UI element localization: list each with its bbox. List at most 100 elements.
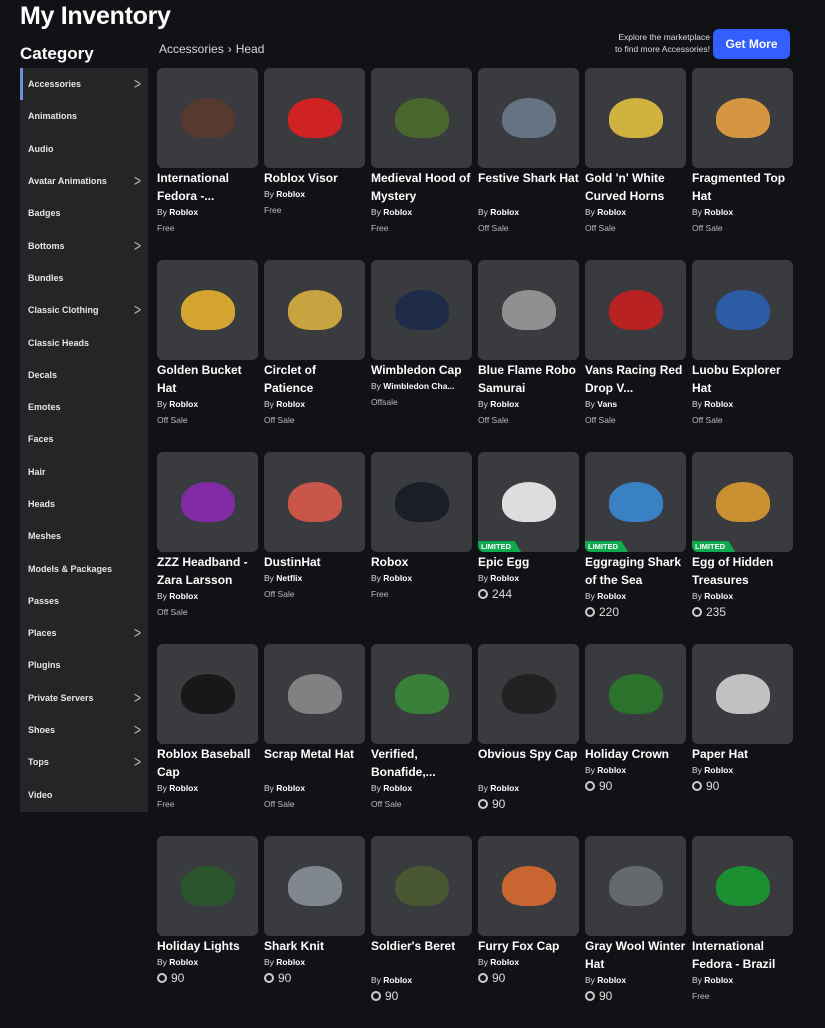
- creator-link[interactable]: Vans: [597, 399, 617, 409]
- sidebar-item-passes[interactable]: Passes: [20, 585, 148, 617]
- creator-link[interactable]: Roblox: [169, 399, 198, 409]
- item-thumbnail[interactable]: [264, 644, 365, 744]
- item-thumbnail[interactable]: [478, 836, 579, 936]
- item-name[interactable]: Circlet of Patience: [264, 361, 365, 397]
- item-thumbnail[interactable]: [692, 260, 793, 360]
- item-thumbnail[interactable]: [478, 644, 579, 744]
- item-card[interactable]: Fragmented Top Hat By Roblox Off Sale: [692, 68, 793, 260]
- creator-link[interactable]: Roblox: [704, 765, 733, 775]
- item-name[interactable]: Roblox Baseball Cap: [157, 745, 258, 781]
- item-card[interactable]: Verified, Bonafide,... By Roblox Off Sale: [371, 644, 472, 836]
- creator-link[interactable]: Roblox: [490, 957, 519, 967]
- creator-link[interactable]: Netflix: [276, 573, 302, 583]
- item-card[interactable]: Wimbledon Cap By Wimbledon Cha... Offsale: [371, 260, 472, 452]
- get-more-button[interactable]: Get More: [713, 29, 790, 59]
- creator-link[interactable]: Roblox: [597, 207, 626, 217]
- sidebar-item-bundles[interactable]: Bundles: [20, 262, 148, 294]
- item-name[interactable]: Egg of Hidden Treasures: [692, 553, 793, 589]
- creator-link[interactable]: Roblox: [704, 207, 733, 217]
- creator-link[interactable]: Roblox: [490, 399, 519, 409]
- sidebar-item-classic-clothing[interactable]: Classic Clothing >: [20, 294, 148, 326]
- item-name[interactable]: Obvious Spy Cap: [478, 745, 579, 781]
- creator-link[interactable]: Roblox: [490, 573, 519, 583]
- item-card[interactable]: LIMITED Epic Egg By Roblox 244: [478, 452, 579, 644]
- creator-link[interactable]: Wimbledon Cha...: [383, 381, 454, 391]
- sidebar-item-bottoms[interactable]: Bottoms >: [20, 229, 148, 261]
- item-name[interactable]: Wimbledon Cap: [371, 361, 472, 379]
- item-name[interactable]: DustinHat: [264, 553, 365, 571]
- sidebar-item-places[interactable]: Places >: [20, 617, 148, 649]
- item-thumbnail[interactable]: [264, 452, 365, 552]
- sidebar-item-tops[interactable]: Tops >: [20, 746, 148, 778]
- item-thumbnail[interactable]: [478, 260, 579, 360]
- item-thumbnail[interactable]: [585, 644, 686, 744]
- creator-link[interactable]: Roblox: [383, 573, 412, 583]
- item-name[interactable]: Luobu Explorer Hat: [692, 361, 793, 397]
- item-thumbnail[interactable]: [585, 260, 686, 360]
- item-thumbnail[interactable]: [157, 68, 258, 168]
- item-name[interactable]: Golden Bucket Hat: [157, 361, 258, 397]
- item-card[interactable]: Golden Bucket Hat By Roblox Off Sale: [157, 260, 258, 452]
- creator-link[interactable]: Roblox: [597, 765, 626, 775]
- item-card[interactable]: Holiday Lights By Roblox 90: [157, 836, 258, 1028]
- item-card[interactable]: Obvious Spy Cap By Roblox 90: [478, 644, 579, 836]
- item-thumbnail[interactable]: [157, 644, 258, 744]
- creator-link[interactable]: Roblox: [169, 591, 198, 601]
- item-thumbnail[interactable]: [692, 644, 793, 744]
- item-card[interactable]: Roblox Visor By Roblox Free: [264, 68, 365, 260]
- sidebar-item-accessories[interactable]: Accessories >: [20, 68, 148, 101]
- creator-link[interactable]: Roblox: [704, 591, 733, 601]
- item-thumbnail[interactable]: [371, 836, 472, 936]
- item-name[interactable]: Verified, Bonafide,...: [371, 745, 472, 781]
- item-card[interactable]: Gray Wool Winter Hat By Roblox 90: [585, 836, 686, 1028]
- item-thumbnail[interactable]: LIMITED: [692, 452, 793, 552]
- creator-link[interactable]: Roblox: [704, 399, 733, 409]
- item-name[interactable]: Holiday Crown: [585, 745, 686, 763]
- item-thumbnail[interactable]: [371, 644, 472, 744]
- item-thumbnail[interactable]: [371, 260, 472, 360]
- creator-link[interactable]: Roblox: [383, 207, 412, 217]
- item-thumbnail[interactable]: [692, 68, 793, 168]
- item-name[interactable]: Blue Flame Robo Samurai: [478, 361, 579, 397]
- creator-link[interactable]: Roblox: [704, 975, 733, 985]
- item-card[interactable]: Soldier's Beret By Roblox 90: [371, 836, 472, 1028]
- creator-link[interactable]: Roblox: [383, 975, 412, 985]
- sidebar-item-avatar-animations[interactable]: Avatar Animations >: [20, 165, 148, 197]
- sidebar-item-models-packages[interactable]: Models & Packages: [20, 552, 148, 584]
- item-name[interactable]: Scrap Metal Hat: [264, 745, 365, 781]
- item-thumbnail[interactable]: [585, 68, 686, 168]
- item-card[interactable]: Roblox Baseball Cap By Roblox Free: [157, 644, 258, 836]
- item-name[interactable]: Furry Fox Cap: [478, 937, 579, 955]
- item-name[interactable]: International Fedora - Brazil: [692, 937, 793, 973]
- item-name[interactable]: Epic Egg: [478, 553, 579, 571]
- item-name[interactable]: Gray Wool Winter Hat: [585, 937, 686, 973]
- sidebar-item-animations[interactable]: Animations: [20, 100, 148, 132]
- item-name[interactable]: Gold 'n' White Curved Horns: [585, 169, 686, 205]
- sidebar-item-decals[interactable]: Decals: [20, 359, 148, 391]
- item-name[interactable]: Vans Racing Red Drop V...: [585, 361, 686, 397]
- creator-link[interactable]: Roblox: [383, 783, 412, 793]
- item-thumbnail[interactable]: [692, 836, 793, 936]
- item-card[interactable]: Holiday Crown By Roblox 90: [585, 644, 686, 836]
- item-card[interactable]: Festive Shark Hat By Roblox Off Sale: [478, 68, 579, 260]
- creator-link[interactable]: Roblox: [169, 783, 198, 793]
- item-card[interactable]: Medieval Hood of Mystery By Roblox Free: [371, 68, 472, 260]
- item-thumbnail[interactable]: [157, 452, 258, 552]
- item-name[interactable]: International Fedora -...: [157, 169, 258, 205]
- sidebar-item-meshes[interactable]: Meshes: [20, 520, 148, 552]
- item-card[interactable]: Scrap Metal Hat By Roblox Off Sale: [264, 644, 365, 836]
- item-name[interactable]: ZZZ Headband - Zara Larsson: [157, 553, 258, 589]
- item-card[interactable]: Furry Fox Cap By Roblox 90: [478, 836, 579, 1028]
- item-thumbnail[interactable]: [371, 452, 472, 552]
- item-name[interactable]: Paper Hat: [692, 745, 793, 763]
- sidebar-item-video[interactable]: Video: [20, 779, 148, 811]
- item-thumbnail[interactable]: [478, 68, 579, 168]
- item-card[interactable]: Gold 'n' White Curved Horns By Roblox Off…: [585, 68, 686, 260]
- item-name[interactable]: Festive Shark Hat: [478, 169, 579, 205]
- item-card[interactable]: ZZZ Headband - Zara Larsson By Roblox Off…: [157, 452, 258, 644]
- item-card[interactable]: Shark Knit By Roblox 90: [264, 836, 365, 1028]
- sidebar-item-shoes[interactable]: Shoes >: [20, 714, 148, 746]
- item-thumbnail[interactable]: [157, 836, 258, 936]
- creator-link[interactable]: Roblox: [597, 591, 626, 601]
- item-card[interactable]: International Fedora - Brazil By Roblox F…: [692, 836, 793, 1028]
